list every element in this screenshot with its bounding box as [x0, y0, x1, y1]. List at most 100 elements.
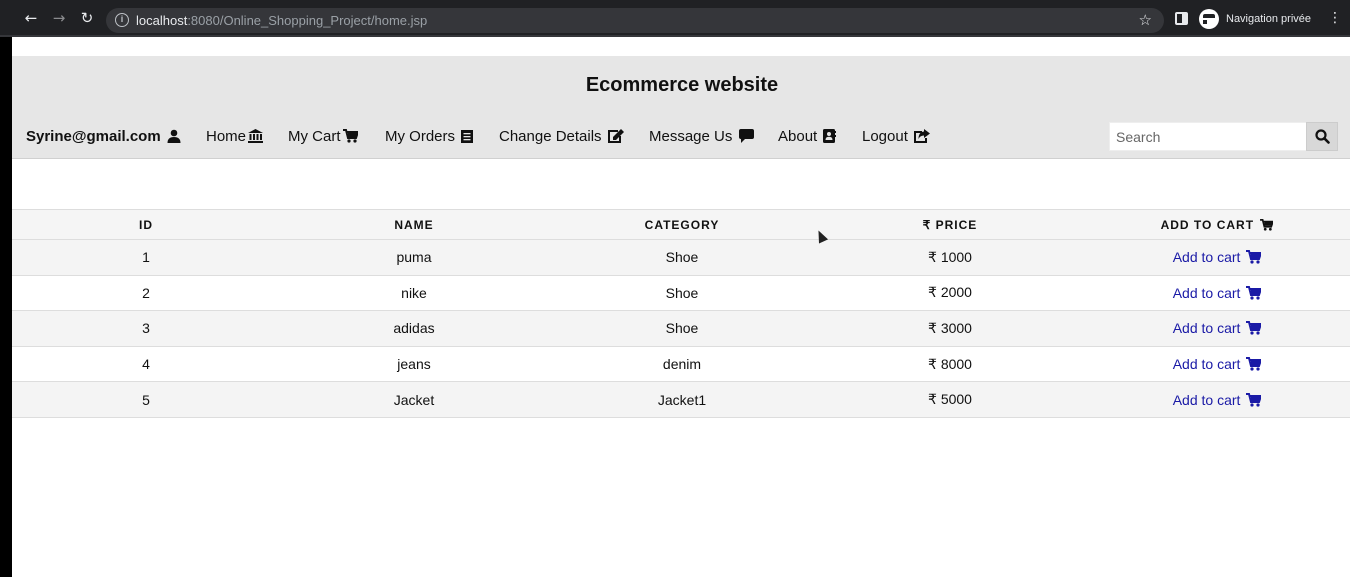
price-value: 5000 [940, 391, 972, 408]
cell-action: Add to cart [1084, 381, 1350, 418]
table-header-row: ID NAME CATEGORY ₹ PRICE ADD TO CART [12, 209, 1350, 240]
nav-item-label: My Cart [288, 128, 341, 145]
browser-menu-icon[interactable]: ⋮ [1328, 10, 1342, 26]
search-input[interactable] [1109, 122, 1307, 151]
nav-item-label: Logout [862, 128, 908, 145]
cell-price: ₹ 2000 [816, 275, 1084, 312]
table-row: 5 Jacket Jacket1 ₹ 5000 Add to cart [12, 381, 1350, 418]
nav-item-label: Home [206, 128, 247, 145]
cell-price: ₹ 5000 [816, 381, 1084, 418]
cell-action: Add to cart [1084, 239, 1350, 276]
cart-icon [1246, 357, 1262, 371]
cell-name: nike [280, 275, 548, 312]
cell-id: 4 [12, 346, 280, 383]
price-value: 8000 [940, 355, 972, 372]
page: Ecommerce website Syrine@gmail.com Home … [12, 37, 1350, 577]
nav-item-label: My Orders [385, 128, 456, 145]
add-to-cart-label: Add to cart [1172, 249, 1241, 266]
nav-user[interactable]: Syrine@gmail.com [26, 128, 181, 145]
forward-arrow-icon[interactable]: → [50, 9, 68, 27]
nav-item-label: Change Details [499, 128, 602, 145]
cell-category: Shoe [548, 310, 816, 347]
cell-action: Add to cart [1084, 310, 1350, 347]
cart-icon [1246, 321, 1262, 336]
cell-id: 1 [12, 239, 280, 276]
search-form [1109, 122, 1338, 151]
list-icon [461, 130, 474, 143]
edit-icon [607, 129, 624, 143]
rupee-icon: ₹ [928, 248, 937, 265]
add-to-cart-link[interactable]: Add to cart [1173, 392, 1262, 408]
cart-icon [342, 129, 358, 143]
cart-icon [1246, 392, 1262, 407]
url-host: localhost [136, 13, 188, 28]
cell-category: denim [548, 346, 816, 383]
cell-category: Shoe [548, 239, 816, 276]
nav-item-about[interactable]: About [778, 128, 837, 145]
user-icon [167, 129, 181, 143]
search-icon [1315, 129, 1330, 144]
price-value: 1000 [940, 248, 972, 265]
site-title: Ecommerce website [585, 74, 779, 96]
url-text[interactable]: localhost:8080/Online_Shopping_Project/h… [136, 13, 427, 28]
header-category: CATEGORY [548, 209, 816, 240]
search-button[interactable] [1306, 122, 1338, 151]
price-value: 3000 [940, 319, 972, 336]
rupee-icon: ₹ [928, 355, 937, 372]
nav-user-label: Syrine@gmail.com [26, 128, 161, 145]
add-to-cart-link[interactable]: Add to cart [1173, 249, 1262, 265]
cart-icon [1246, 250, 1262, 264]
side-panel-icon[interactable] [1175, 12, 1188, 25]
add-to-cart-label: Add to cart [1172, 356, 1241, 373]
incognito-label[interactable]: Navigation privée [1226, 13, 1311, 25]
price-value: 2000 [940, 284, 972, 301]
nav-item-change-details[interactable]: Change Details [499, 128, 624, 145]
cell-price: ₹ 8000 [816, 346, 1084, 383]
nav-item-home[interactable]: Home [206, 128, 264, 145]
cell-price: ₹ 3000 [816, 310, 1084, 347]
nav-item-label: Message Us [649, 128, 733, 145]
browser-toolbar: ← → ↻ i localhost:8080/Online_Shopping_P… [0, 0, 1350, 37]
back-arrow-icon[interactable]: ← [22, 9, 40, 27]
cell-action: Add to cart [1084, 275, 1350, 312]
cell-name: puma [280, 239, 548, 276]
url-path: :8080/Online_Shopping_Project/home.jsp [187, 13, 428, 28]
cell-name: jeans [280, 346, 548, 383]
nav-item-logout[interactable]: Logout [862, 128, 931, 145]
table-row: 2 nike Shoe ₹ 2000 Add to cart [12, 275, 1350, 312]
cell-category: Jacket1 [548, 381, 816, 418]
cell-id: 5 [12, 381, 280, 418]
nav-item-message-us[interactable]: Message Us [649, 128, 754, 145]
add-to-cart-link[interactable]: Add to cart [1173, 356, 1262, 372]
nav-item-label: About [778, 128, 818, 145]
add-to-cart-link[interactable]: Add to cart [1173, 285, 1262, 301]
header-add-label: ADD TO CART [1160, 217, 1255, 232]
site-info-icon[interactable]: i [115, 13, 129, 27]
cart-icon [1260, 218, 1274, 231]
nav-item-my-cart[interactable]: My Cart [288, 128, 358, 145]
rupee-icon: ₹ [928, 284, 937, 301]
cell-id: 2 [12, 275, 280, 312]
bookmark-star-icon[interactable]: ☆ [1139, 11, 1152, 29]
add-to-cart-label: Add to cart [1172, 320, 1241, 337]
cell-price: ₹ 1000 [816, 239, 1084, 276]
header-price-label: PRICE [935, 217, 978, 232]
add-to-cart-label: Add to cart [1172, 284, 1241, 301]
header-add-to-cart: ADD TO CART [1084, 209, 1350, 240]
incognito-icon[interactable] [1199, 9, 1223, 29]
address-bar[interactable]: i localhost:8080/Online_Shopping_Project… [106, 8, 1164, 33]
cell-name: Jacket [280, 381, 548, 418]
cell-category: Shoe [548, 275, 816, 312]
products-table: ID NAME CATEGORY ₹ PRICE ADD TO CART 1 p… [12, 209, 1350, 418]
add-to-cart-link[interactable]: Add to cart [1173, 320, 1262, 336]
header-name: NAME [280, 209, 548, 240]
rupee-icon: ₹ [928, 391, 937, 408]
table-row: 1 puma Shoe ₹ 1000 Add to cart [12, 239, 1350, 276]
reload-icon[interactable]: ↻ [78, 9, 96, 27]
header-price: ₹ PRICE [816, 209, 1084, 240]
table-row: 3 adidas Shoe ₹ 3000 Add to cart [12, 310, 1350, 347]
comment-icon [738, 129, 754, 143]
header-id: ID [12, 209, 280, 240]
nav-item-my-orders[interactable]: My Orders [385, 128, 474, 145]
cell-id: 3 [12, 310, 280, 347]
